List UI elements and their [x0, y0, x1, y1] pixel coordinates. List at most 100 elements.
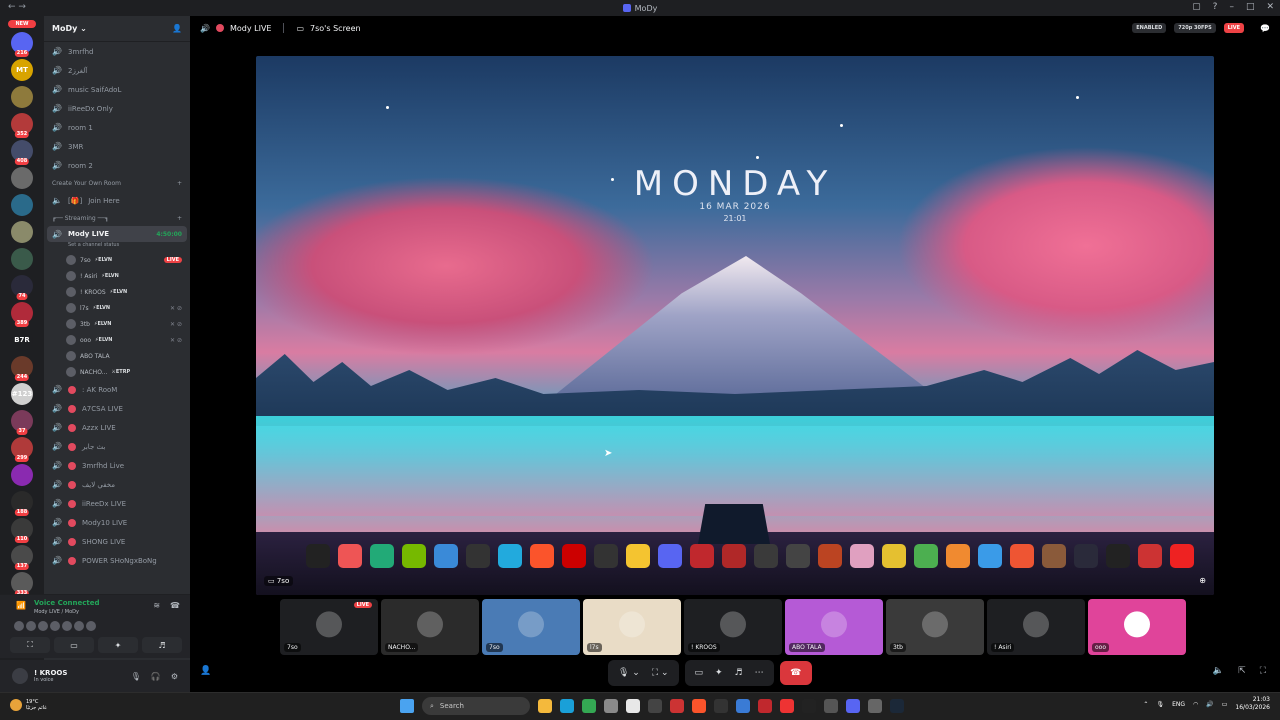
voice-channel[interactable]: 🔊 room 1 — [44, 118, 190, 137]
taskbar-search[interactable]: ⌕ Search — [422, 697, 530, 715]
chrome-icon[interactable] — [582, 699, 596, 713]
steam-icon[interactable] — [890, 699, 904, 713]
voice-user[interactable]: NACHO... ⚔ETRP — [44, 364, 190, 380]
end-call-button[interactable]: ☎ — [779, 661, 812, 685]
voice-channel[interactable]: 🔊: AK RooM — [44, 380, 190, 399]
fullscreen-icon[interactable]: ⛶ — [1260, 666, 1266, 676]
close-button[interactable]: ✕ — [1266, 2, 1274, 12]
category-own-room[interactable]: Create Your Own Room + — [44, 175, 190, 191]
screen-share-button[interactable]: ▭ — [54, 637, 94, 653]
server-icon[interactable] — [11, 86, 33, 108]
soundboard-icon[interactable]: ♬ — [735, 668, 743, 678]
server-icon[interactable]: MT — [11, 59, 33, 81]
voice-status-subtitle[interactable]: Mody LIVE / MoDy — [34, 609, 79, 615]
app-icon[interactable] — [824, 699, 838, 713]
soundboard-button[interactable]: ♬ — [142, 637, 182, 653]
file-explorer-icon[interactable] — [538, 699, 552, 713]
mic-icon[interactable]: 🎙 ⌄ — [618, 668, 640, 678]
participant-tile[interactable]: l7s — [583, 599, 681, 655]
voice-channel[interactable]: 🔊 SHONG LIVE — [44, 532, 190, 551]
voice-user[interactable]: ooo ⚡ELVN ✕ ⊘ — [44, 332, 190, 348]
voice-channel[interactable]: 🔊 Mody10 LIVE — [44, 513, 190, 532]
voice-user[interactable]: ABO TALA — [44, 348, 190, 364]
app-icon[interactable] — [648, 699, 662, 713]
clock[interactable]: 21:03 16/03/2026 — [1235, 696, 1270, 712]
voice-channel[interactable]: 🔊 3mrfhd Live — [44, 456, 190, 475]
wifi-icon[interactable]: ◠ — [1193, 701, 1198, 708]
voice-channel[interactable]: 🔊 music SaifAdoL — [44, 80, 190, 99]
camera-off-icon[interactable]: ⛶ ⌄ — [652, 668, 669, 678]
help-icon[interactable]: ? — [1213, 2, 1218, 12]
chevron-up-icon[interactable]: ⌃ — [1143, 701, 1148, 708]
server-icon[interactable]: 299 — [11, 437, 33, 462]
enabled-badge[interactable]: ENABLED — [1132, 23, 1167, 33]
voice-channel[interactable]: 🔊 Azzx LIVE — [44, 418, 190, 437]
server-icon[interactable] — [11, 248, 33, 270]
add-channel-icon[interactable]: + — [177, 180, 182, 187]
shared-screen[interactable]: MONDAY 16 MAR 2026 21:01 ➤ ▭ 7so ⊕ — [256, 56, 1214, 595]
guild-header[interactable]: MoDy ⌄ 👤 — [44, 16, 190, 42]
app-icon[interactable] — [714, 699, 728, 713]
voice-user[interactable]: ! KROOS ⚡ELVN — [44, 284, 190, 300]
voice-user[interactable]: 3tb ⚡ELVN ✕ ⊘ — [44, 316, 190, 332]
obs-icon[interactable] — [802, 699, 816, 713]
server-icon[interactable]: 216 — [11, 32, 33, 57]
volume-icon[interactable]: 🔊 — [1206, 701, 1213, 708]
nav-arrows[interactable]: ← → — [8, 2, 26, 12]
inbox-icon[interactable]: ▢ — [1192, 2, 1201, 12]
channel-active-voice[interactable]: 🔊 Mody LIVE 4:50:00 — [47, 226, 187, 242]
app-icon[interactable] — [758, 699, 772, 713]
voice-status-title[interactable]: Voice Connected — [34, 599, 100, 607]
activities-button[interactable]: ✦ — [98, 637, 138, 653]
participant-tile[interactable]: 7so — [482, 599, 580, 655]
add-channel-icon[interactable]: + — [177, 215, 182, 222]
zoom-icon[interactable]: ⊕ — [1199, 576, 1206, 585]
maximize-button[interactable]: □ — [1246, 2, 1255, 12]
voice-user[interactable]: 7so ⚡ELVN LIVE — [44, 252, 190, 268]
channel-join-here[interactable]: 🔈 [🎁] Join Here — [44, 191, 190, 210]
server-icon[interactable]: B7R — [11, 329, 33, 351]
avatar[interactable] — [12, 668, 28, 684]
noise-suppression-icon[interactable]: ≋ — [153, 601, 160, 610]
app-icon[interactable] — [868, 699, 882, 713]
user-settings-icon[interactable]: 👤 — [200, 666, 211, 676]
settings-icon[interactable]: ⚙ — [171, 672, 178, 681]
mic-icon[interactable]: 🎙 — [1156, 701, 1164, 708]
chat-icon[interactable]: 💬 — [1260, 24, 1270, 33]
voice-channel[interactable]: 🔊 3MR — [44, 137, 190, 156]
activities-icon[interactable]: ✦ — [715, 668, 723, 678]
participant-tile[interactable]: ooo — [1088, 599, 1186, 655]
add-member-icon[interactable]: 👤 — [172, 24, 182, 33]
participant-tile[interactable]: 7so LIVE — [280, 599, 378, 655]
disconnect-icon[interactable]: ☎ — [170, 601, 180, 610]
weather-widget[interactable]: 19°C غائم جزئيًا — [10, 699, 47, 711]
participant-tile[interactable]: 3tb — [886, 599, 984, 655]
language-indicator[interactable]: ENG — [1172, 701, 1185, 708]
server-icon[interactable]: 408 — [11, 140, 33, 165]
screen-share-icon[interactable]: ▭ — [695, 668, 704, 678]
stage-channel-name[interactable]: Mody LIVE — [230, 24, 272, 33]
server-icon[interactable]: 74 — [11, 275, 33, 300]
more-icon[interactable]: ⋯ — [755, 668, 764, 678]
voice-channel[interactable]: 🔊 iiReeDx Only — [44, 99, 190, 118]
voice-channel[interactable]: 🔊 POWER SHoNgxBoNg — [44, 551, 190, 570]
voice-user[interactable]: l7s ⚡ELVN ✕ ⊘ — [44, 300, 190, 316]
store-icon[interactable] — [604, 699, 618, 713]
server-icon[interactable]: 333 — [11, 572, 33, 597]
server-icon[interactable]: 37 — [11, 410, 33, 435]
voice-channel[interactable]: 🔊 iiReeDx LIVE — [44, 494, 190, 513]
server-icon[interactable]: 188 — [11, 491, 33, 516]
server-icon[interactable]: 244 — [11, 356, 33, 381]
headphones-icon[interactable]: 🎧 — [151, 672, 161, 681]
voice-channel[interactable]: 🔊 3mrfhd — [44, 42, 190, 61]
server-icon[interactable]: 352 — [11, 113, 33, 138]
server-icon[interactable] — [11, 464, 33, 486]
voice-channel[interactable]: 🔊 A7CSA LIVE — [44, 399, 190, 418]
server-icon[interactable]: 110 — [11, 518, 33, 543]
minimize-button[interactable]: – — [1229, 2, 1234, 12]
server-icon[interactable]: 137 — [11, 545, 33, 570]
app-icon[interactable] — [736, 699, 750, 713]
server-icon[interactable] — [11, 167, 33, 189]
brave-icon[interactable] — [692, 699, 706, 713]
server-icon[interactable]: 389 — [11, 302, 33, 327]
